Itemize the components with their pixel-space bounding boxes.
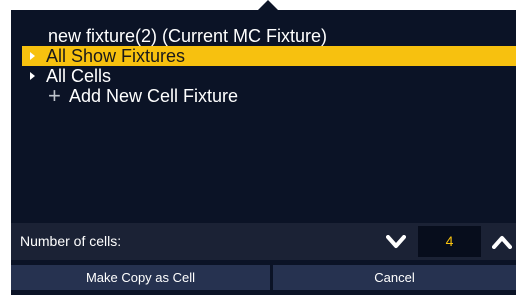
number-of-cells-input[interactable]: 4 xyxy=(418,226,481,257)
tree-item-all-show-fixtures[interactable]: All Show Fixtures xyxy=(22,46,516,66)
decrease-chevron-down-icon[interactable] xyxy=(385,231,407,253)
current-fixture-item[interactable]: new fixture(2) (Current MC Fixture) xyxy=(22,26,516,46)
tree-item-all-cells[interactable]: All Cells xyxy=(22,66,516,86)
tree-item-label: All Show Fixtures xyxy=(46,46,186,66)
expand-arrow-icon[interactable] xyxy=(30,52,35,60)
current-fixture-label: new fixture(2) (Current MC Fixture) xyxy=(48,26,328,46)
add-new-cell-fixture-label: Add New Cell Fixture xyxy=(69,86,239,106)
cancel-button[interactable]: Cancel xyxy=(273,265,516,290)
plus-icon: + xyxy=(48,83,61,108)
number-of-cells-label: Number of cells: xyxy=(20,233,122,249)
add-new-cell-fixture-item[interactable]: + Add New Cell Fixture xyxy=(22,83,516,108)
number-of-cells-bar: Number of cells: 4 xyxy=(11,223,516,260)
increase-chevron-up-icon[interactable] xyxy=(491,231,513,253)
make-copy-as-cell-button[interactable]: Make Copy as Cell xyxy=(11,265,270,290)
fixture-tree: new fixture(2) (Current MC Fixture) All … xyxy=(22,26,516,108)
popup-pointer xyxy=(258,0,278,10)
expand-arrow-icon[interactable] xyxy=(30,72,35,80)
